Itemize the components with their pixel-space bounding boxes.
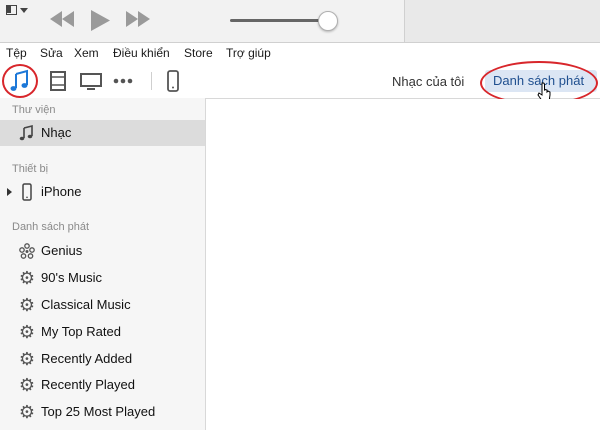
sidebar-item-label: Classical Music [41,297,131,312]
more-icon[interactable] [110,68,136,94]
sidebar-item-label: Recently Added [41,351,133,366]
menu-controls[interactable]: Điều khiển [113,46,170,60]
menu-edit[interactable]: Sửa [40,46,63,60]
window-menu-button[interactable] [6,4,30,18]
movies-icon[interactable] [45,68,71,94]
sidebar-item-my-top-rated[interactable]: ⚙ My Top Rated [0,319,205,345]
sidebar-item-label: Nhạc [41,125,72,140]
sidebar-item-label: 90's Music [41,270,103,285]
sidebar-item-90s-music[interactable]: ⚙ 90's Music [0,265,205,291]
play-icon[interactable] [88,9,112,33]
media-nav-bar: Nhạc của tôi Danh sách phát [0,61,600,105]
device-icon[interactable] [160,68,186,94]
gear-icon: ⚙ [18,295,36,315]
gear-icon: ⚙ [18,349,36,369]
genius-icon [19,243,35,259]
tv-icon[interactable] [78,68,104,94]
sidebar-item-recently-played[interactable]: ⚙ Recently Played [0,372,205,398]
sidebar-item-label: Recently Played [41,377,135,392]
playlists-header: Danh sách phát [12,221,90,233]
sidebar-item-iphone[interactable]: iPhone [0,179,205,205]
nav-separator [151,72,152,90]
window-icon [6,5,17,15]
gear-icon: ⚙ [18,268,36,288]
menu-file[interactable]: Tệp [6,46,27,60]
volume-slider-knob[interactable] [318,11,338,31]
previous-track-icon[interactable] [48,9,76,29]
sidebar-item-classical-music[interactable]: ⚙ Classical Music [0,292,205,318]
menu-store[interactable]: Store [184,46,213,60]
gear-icon: ⚙ [18,375,36,395]
gear-icon: ⚙ [18,402,36,422]
menu-view[interactable]: Xem [74,46,99,60]
chevron-down-icon [20,8,28,13]
next-track-icon[interactable] [124,9,152,29]
disclosure-triangle-icon[interactable] [7,188,12,196]
menu-bar: Tệp Sửa Xem Điều khiển Store Trợ giúp [0,43,600,63]
volume-slider-track[interactable] [230,19,330,22]
sidebar-item-label: My Top Rated [41,324,121,339]
sidebar-item-top-25-most-played[interactable]: ⚙ Top 25 Most Played [0,399,205,425]
music-note-icon [19,124,33,141]
sidebar: Thư viện Nhạc Thiết bị iPhone Danh sách … [0,98,206,430]
devices-header: Thiết bị [12,163,49,175]
iphone-icon [22,183,32,201]
sidebar-item-genius[interactable]: Genius [0,238,205,264]
main-content-area [206,99,600,430]
menu-help[interactable]: Trợ giúp [226,46,271,60]
player-toolbar [0,0,600,43]
annotation-circle [2,64,38,98]
library-header: Thư viện [12,104,56,116]
sidebar-item-recently-added[interactable]: ⚙ Recently Added [0,346,205,372]
sidebar-item-music[interactable]: Nhạc [0,120,205,146]
sidebar-item-label: Top 25 Most Played [41,404,156,419]
tab-my-music[interactable]: Nhạc của tôi [392,74,464,89]
sidebar-item-label: iPhone [41,184,82,199]
sidebar-item-label: Genius [41,243,83,258]
status-display [404,0,600,42]
gear-icon: ⚙ [18,322,36,342]
